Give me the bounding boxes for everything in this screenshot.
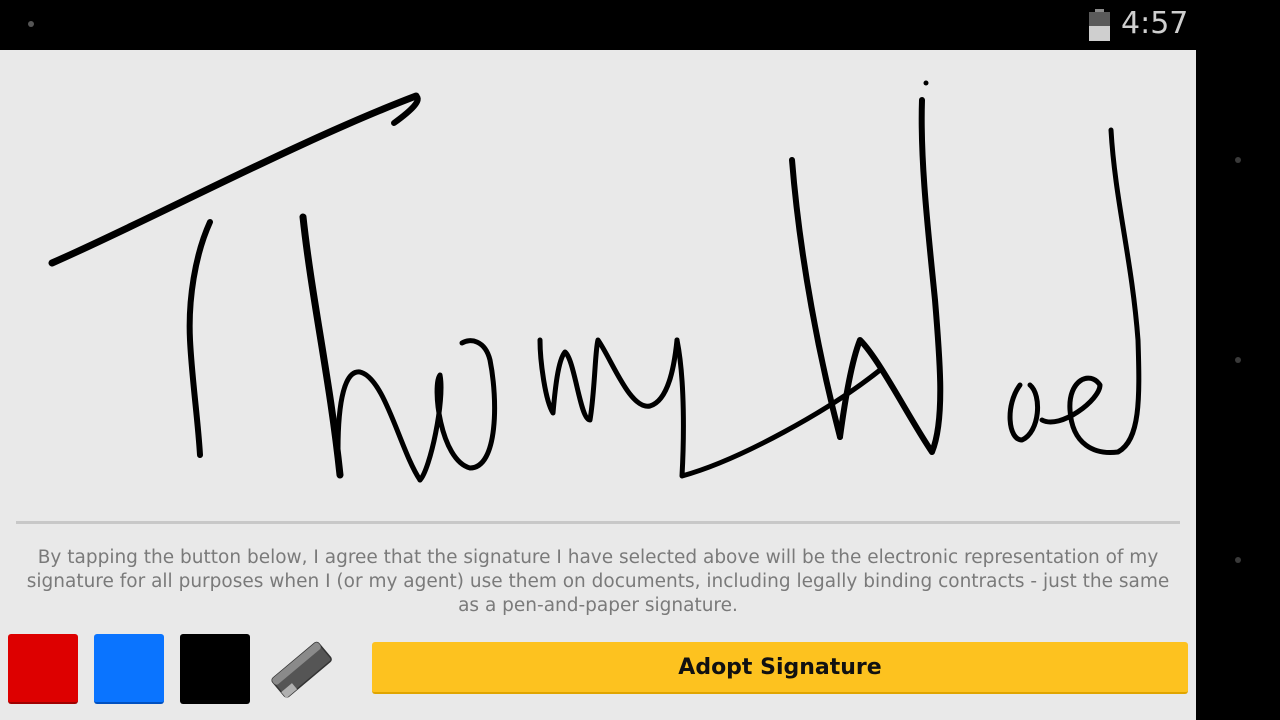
adopt-signature-button[interactable]: Adopt Signature — [372, 642, 1188, 694]
signature-stroke — [299, 213, 344, 479]
notification-dot-icon — [28, 21, 34, 27]
navigation-bar — [1196, 0, 1280, 720]
color-swatch-blue[interactable] — [94, 634, 164, 704]
nav-recents-icon[interactable] — [1235, 557, 1241, 563]
battery-icon — [1089, 9, 1110, 41]
status-clock: 4:57 — [1121, 6, 1189, 41]
signature-stroke — [186, 219, 213, 458]
signature-pad[interactable] — [0, 50, 1196, 520]
color-swatch-red[interactable] — [8, 634, 78, 704]
signature-dot — [923, 80, 929, 86]
signature-stroke — [537, 337, 680, 423]
signature-stroke — [837, 97, 944, 455]
signature-stroke — [1039, 127, 1142, 455]
legal-disclaimer: By tapping the button below, I agree tha… — [26, 547, 1170, 616]
signature-stroke — [417, 338, 498, 483]
signature-screen: By tapping the button below, I agree tha… — [0, 50, 1196, 720]
signature-line — [16, 521, 1180, 524]
signature-stroke — [674, 337, 883, 479]
color-swatch-black[interactable] — [180, 634, 250, 704]
nav-back-icon[interactable] — [1235, 157, 1241, 163]
status-bar: 4:57 — [0, 0, 1196, 50]
signature-stroke — [48, 92, 420, 267]
signature-stroke — [789, 157, 843, 440]
signature-stroke — [1007, 382, 1041, 443]
nav-home-icon[interactable] — [1235, 357, 1241, 363]
signature-stroke — [335, 369, 423, 483]
eraser-icon[interactable] — [266, 634, 336, 704]
